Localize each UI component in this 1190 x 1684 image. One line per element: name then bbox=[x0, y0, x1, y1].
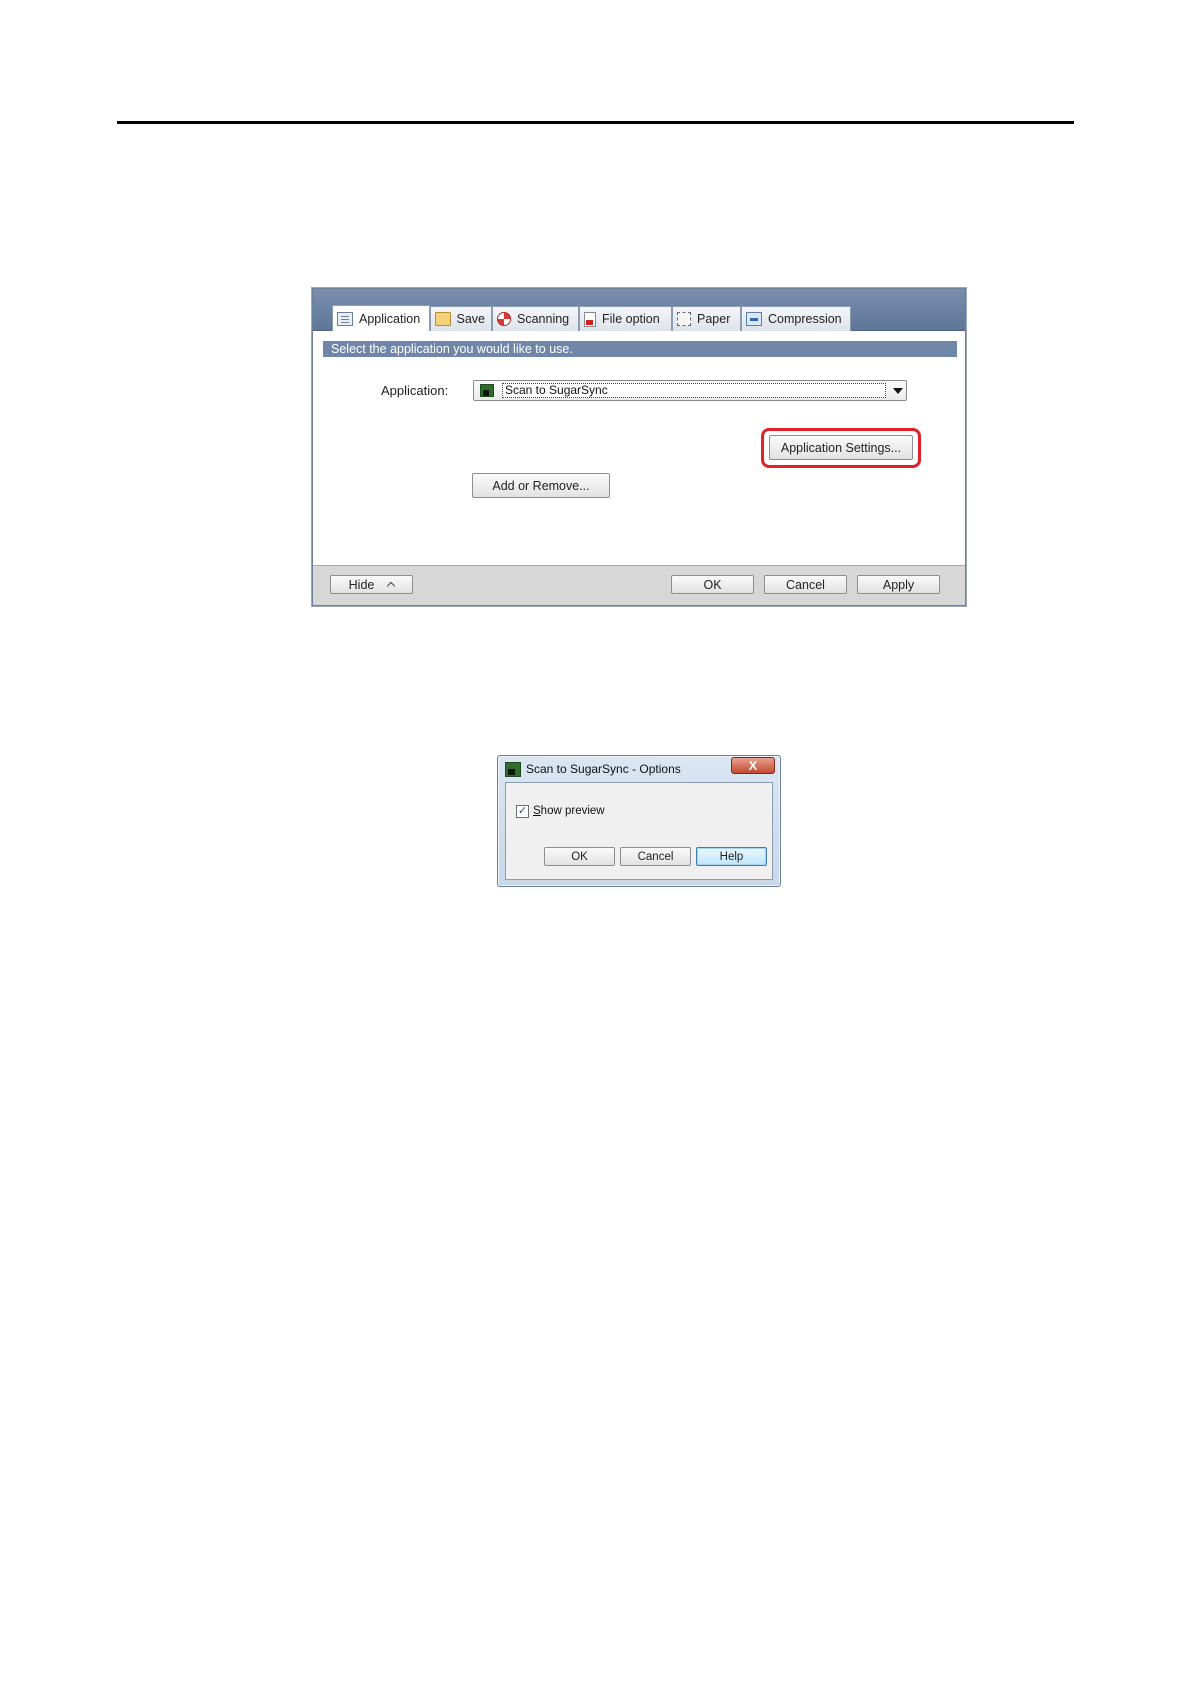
help-button[interactable]: Help bbox=[696, 847, 767, 866]
add-or-remove-button[interactable]: Add or Remove... bbox=[472, 473, 610, 498]
sugarsync-options-dialog: Scan to SugarSync - Options X ✓ Show pre… bbox=[497, 755, 781, 887]
sugarsync-icon bbox=[505, 762, 521, 777]
instruction-banner: Select the application you would like to… bbox=[323, 341, 957, 357]
tab-label: Paper bbox=[697, 312, 731, 326]
dropdown-arrow-icon[interactable] bbox=[893, 388, 903, 394]
chevron-up-icon bbox=[387, 581, 396, 591]
tab-label: Save bbox=[456, 312, 486, 326]
tab-strip: Application Save Scanning File option Pa… bbox=[313, 289, 965, 331]
scanning-icon bbox=[497, 312, 511, 326]
tab-paper[interactable]: Paper bbox=[672, 306, 741, 331]
tab-compression[interactable]: Compression bbox=[741, 306, 851, 331]
dialog-body: ✓ Show preview OK Cancel Help bbox=[505, 782, 773, 880]
tab-application[interactable]: Application bbox=[332, 305, 430, 331]
hide-button-label: Hide bbox=[348, 577, 375, 592]
tab-label: Compression bbox=[768, 312, 842, 326]
application-select[interactable]: Scan to SugarSync bbox=[473, 380, 907, 401]
tab-scanning[interactable]: Scanning bbox=[492, 306, 579, 331]
application-tab-icon bbox=[337, 311, 353, 326]
show-preview-text: how preview bbox=[540, 805, 605, 817]
application-settings-button[interactable]: Application Settings... bbox=[769, 435, 913, 460]
cancel-button[interactable]: Cancel bbox=[764, 575, 847, 594]
ok-button[interactable]: OK bbox=[544, 847, 615, 866]
hide-button[interactable]: Hide bbox=[330, 575, 413, 594]
ok-button[interactable]: OK bbox=[671, 575, 754, 594]
check-icon: ✓ bbox=[517, 805, 528, 817]
close-button[interactable]: X bbox=[731, 757, 775, 774]
cancel-button[interactable]: Cancel bbox=[620, 847, 691, 866]
page-top-rule bbox=[117, 121, 1074, 124]
tab-label: File option bbox=[602, 312, 660, 326]
folder-icon bbox=[435, 312, 451, 326]
tab-save[interactable]: Save bbox=[430, 306, 492, 331]
compression-icon bbox=[746, 312, 762, 326]
tab-file-option[interactable]: File option bbox=[579, 306, 672, 331]
settings-footer: Hide OK Cancel Apply bbox=[313, 565, 965, 605]
tab-label: Scanning bbox=[517, 312, 570, 326]
pdf-file-icon bbox=[584, 311, 596, 327]
application-label: Application: bbox=[381, 383, 449, 398]
paper-icon bbox=[677, 312, 691, 326]
dialog-title: Scan to SugarSync - Options bbox=[526, 762, 681, 776]
tab-label: Application bbox=[359, 311, 421, 326]
show-preview-checkbox[interactable]: ✓ bbox=[516, 805, 529, 818]
show-preview-mnemonic: S bbox=[533, 805, 541, 817]
scansnap-settings-window: Application Save Scanning File option Pa… bbox=[312, 288, 966, 606]
show-preview-label[interactable]: Show preview bbox=[533, 805, 605, 817]
sugarsync-icon bbox=[480, 384, 494, 397]
apply-button[interactable]: Apply bbox=[857, 575, 940, 594]
application-select-value: Scan to SugarSync bbox=[502, 383, 886, 398]
close-icon: X bbox=[748, 758, 758, 773]
